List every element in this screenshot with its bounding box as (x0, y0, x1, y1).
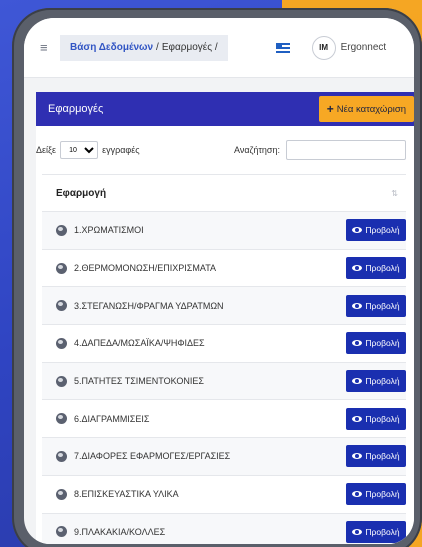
view-button[interactable]: Προβολή (346, 520, 406, 543)
view-label: Προβολή (365, 526, 400, 537)
search: Αναζήτηση: (234, 140, 406, 160)
new-entry-button[interactable]: + Νέα καταχώριση (318, 96, 414, 122)
view-button[interactable]: Προβολή (346, 257, 406, 280)
eye-icon (352, 227, 363, 234)
globe-icon (56, 450, 67, 462)
search-input[interactable] (286, 140, 406, 160)
view-button[interactable]: Προβολή (346, 370, 406, 393)
application-name: 3.ΣΤΕΓΑΝΩΣΗ/ΦΡΑΓΜΑ ΥΔΡΑΤΜΩΝ (74, 300, 224, 311)
table-row: 9.ΠΛΑΚΑΚΙΑ/ΚΟΛΛΕΣ Προβολή (42, 513, 406, 544)
column-header-application: Εφαρμογή (56, 187, 107, 199)
application-name: 5.ΠΑΤΗΤΕΣ ΤΣΙΜΕΝΤΟΚΟΝΙΕΣ (74, 376, 204, 387)
tablet-frame: ≡ Βάση Δεδομένων / Εφαρμογές / IM Ergonn… (12, 8, 422, 547)
avatar[interactable]: IM (311, 35, 336, 60)
row-label-group: 8.ΕΠΙΣΚΕΥΑΣΤΙΚΑ ΥΛΙΚΑ (56, 488, 179, 500)
table-row: 3.ΣΤΕΓΑΝΩΣΗ/ΦΡΑΓΜΑ ΥΔΡΑΤΜΩΝ Προβολή (42, 287, 406, 326)
view-button[interactable]: Προβολή (346, 445, 406, 468)
eye-icon (352, 340, 363, 347)
row-label-group: 7.ΔΙΑΦΟΡΕΣ ΕΦΑΡΜΟΓΕΣ/ΕΡΓΑΣΙΕΣ (56, 450, 231, 462)
globe-icon (56, 413, 67, 425)
globe-icon (56, 300, 67, 312)
row-label-group: 5.ΠΑΤΗΤΕΣ ΤΣΙΜΕΝΤΟΚΟΝΙΕΣ (56, 375, 204, 387)
view-label: Προβολή (365, 376, 400, 387)
menu-icon[interactable]: ≡ (40, 40, 50, 55)
table-row: 8.ΕΠΙΣΚΕΥΑΣΤΙΚΑ ΥΛΙΚΑ Προβολή (42, 476, 406, 514)
table-row: 4.ΔΑΠΕΔΑ/ΜΩΣΑΪΚΑ/ΨΗΦΙΔΕΣ Προβολή (42, 325, 406, 363)
view-label: Προβολή (365, 225, 400, 236)
card-header: Εφαρμογές + Νέα καταχώριση (36, 92, 414, 126)
table-header[interactable]: Εφαρμογή ⇅ (42, 174, 406, 212)
globe-icon (56, 526, 67, 538)
application-name: 2.ΘΕΡΜΟΜΟΝΩΣΗ/ΕΠΙΧΡΙΣΜΑΤΑ (74, 263, 217, 274)
search-label: Αναζήτηση: (234, 145, 280, 155)
view-button[interactable]: Προβολή (346, 407, 406, 430)
eye-icon (352, 491, 363, 498)
topbar: ≡ Βάση Δεδομένων / Εφαρμογές / IM Ergonn… (24, 18, 414, 78)
view-label: Προβολή (365, 338, 400, 349)
globe-icon (56, 262, 67, 274)
view-label: Προβολή (365, 489, 400, 500)
eye-icon (352, 415, 363, 422)
application-name: 8.ΕΠΙΣΚΕΥΑΣΤΙΚΑ ΥΛΙΚΑ (74, 489, 179, 500)
row-label-group: 6.ΔΙΑΓΡΑΜΜΙΣΕΙΣ (56, 413, 150, 425)
show-suffix: εγγραφές (102, 145, 140, 155)
application-name: 6.ΔΙΑΓΡΑΜΜΙΣΕΙΣ (74, 413, 150, 424)
row-label-group: 4.ΔΑΠΕΔΑ/ΜΩΣΑΪΚΑ/ΨΗΦΙΔΕΣ (56, 337, 205, 349)
table-row: 2.ΘΕΡΜΟΜΟΝΩΣΗ/ΕΠΙΧΡΙΣΜΑΤΑ Προβολή (42, 250, 406, 288)
globe-icon (56, 375, 67, 387)
sort-icon[interactable]: ⇅ (391, 189, 398, 198)
view-button[interactable]: Προβολή (346, 294, 406, 317)
greek-flag-icon[interactable] (275, 42, 290, 53)
row-label-group: 9.ΠΛΑΚΑΚΙΑ/ΚΟΛΛΕΣ (56, 526, 166, 538)
breadcrumb-current: Εφαρμογές / (161, 42, 218, 53)
view-button[interactable]: Προβολή (346, 219, 406, 242)
screen: ≡ Βάση Δεδομένων / Εφαρμογές / IM Ergonn… (24, 18, 414, 544)
table-controls: Δείξε 10 εγγραφές Αναζήτηση: (36, 126, 414, 174)
applications-card: Εφαρμογές + Νέα καταχώριση Δείξε 10 εγγρ… (36, 92, 414, 544)
applications-table: Εφαρμογή ⇅ 1.ΧΡΩΜΑΤΙΣΜΟΙ Προβολή 2.ΘΕΡΜΟΜΟ… (42, 174, 406, 544)
table-body: 1.ΧΡΩΜΑΤΙΣΜΟΙ Προβολή 2.ΘΕΡΜΟΜΟΝΩΣΗ/ΕΠΙΧΡΙ… (42, 212, 406, 544)
table-row: 5.ΠΑΤΗΤΕΣ ΤΣΙΜΕΝΤΟΚΟΝΙΕΣ Προβολή (42, 362, 406, 401)
application-name: 7.ΔΙΑΦΟΡΕΣ ΕΦΑΡΜΟΓΕΣ/ΕΡΓΑΣΙΕΣ (74, 451, 231, 462)
view-label: Προβολή (365, 413, 400, 424)
application-name: 9.ΠΛΑΚΑΚΙΑ/ΚΟΛΛΕΣ (74, 526, 166, 537)
row-label-group: 2.ΘΕΡΜΟΜΟΝΩΣΗ/ΕΠΙΧΡΙΣΜΑΤΑ (56, 262, 217, 274)
new-entry-label: Νέα καταχώριση (336, 103, 406, 115)
plus-icon: + (326, 102, 334, 116)
eye-icon (352, 265, 363, 272)
globe-icon (56, 224, 67, 236)
globe-icon (56, 488, 67, 500)
breadcrumb-separator: / (156, 42, 159, 53)
application-name: 1.ΧΡΩΜΑΤΙΣΜΟΙ (74, 225, 144, 236)
eye-icon (352, 378, 363, 385)
eye-icon (352, 302, 363, 309)
page-size-select[interactable]: 10 (60, 141, 99, 159)
view-label: Προβολή (365, 263, 400, 274)
breadcrumb: Βάση Δεδομένων / Εφαρμογές / (60, 34, 228, 61)
card-title: Εφαρμογές (48, 103, 104, 115)
view-button[interactable]: Προβολή (346, 332, 406, 355)
show-prefix: Δείξε (36, 145, 57, 155)
table-row: 6.ΔΙΑΓΡΑΜΜΙΣΕΙΣ Προβολή (42, 400, 406, 439)
row-label-group: 3.ΣΤΕΓΑΝΩΣΗ/ΦΡΑΓΜΑ ΥΔΡΑΤΜΩΝ (56, 300, 224, 312)
brand-name: Ergonnect (340, 42, 387, 53)
row-label-group: 1.ΧΡΩΜΑΤΙΣΜΟΙ (56, 224, 144, 236)
page-length: Δείξε 10 εγγραφές (36, 141, 140, 159)
view-button[interactable]: Προβολή (346, 483, 406, 506)
eye-icon (352, 528, 363, 535)
table-row: 7.ΔΙΑΦΟΡΕΣ ΕΦΑΡΜΟΓΕΣ/ΕΡΓΑΣΙΕΣ Προβολή (42, 438, 406, 476)
eye-icon (352, 453, 363, 460)
globe-icon (56, 337, 67, 349)
view-label: Προβολή (365, 451, 400, 462)
application-name: 4.ΔΑΠΕΔΑ/ΜΩΣΑΪΚΑ/ΨΗΦΙΔΕΣ (74, 338, 205, 349)
view-label: Προβολή (365, 300, 400, 311)
breadcrumb-root[interactable]: Βάση Δεδομένων (70, 42, 153, 53)
table-row: 1.ΧΡΩΜΑΤΙΣΜΟΙ Προβολή (42, 212, 406, 250)
